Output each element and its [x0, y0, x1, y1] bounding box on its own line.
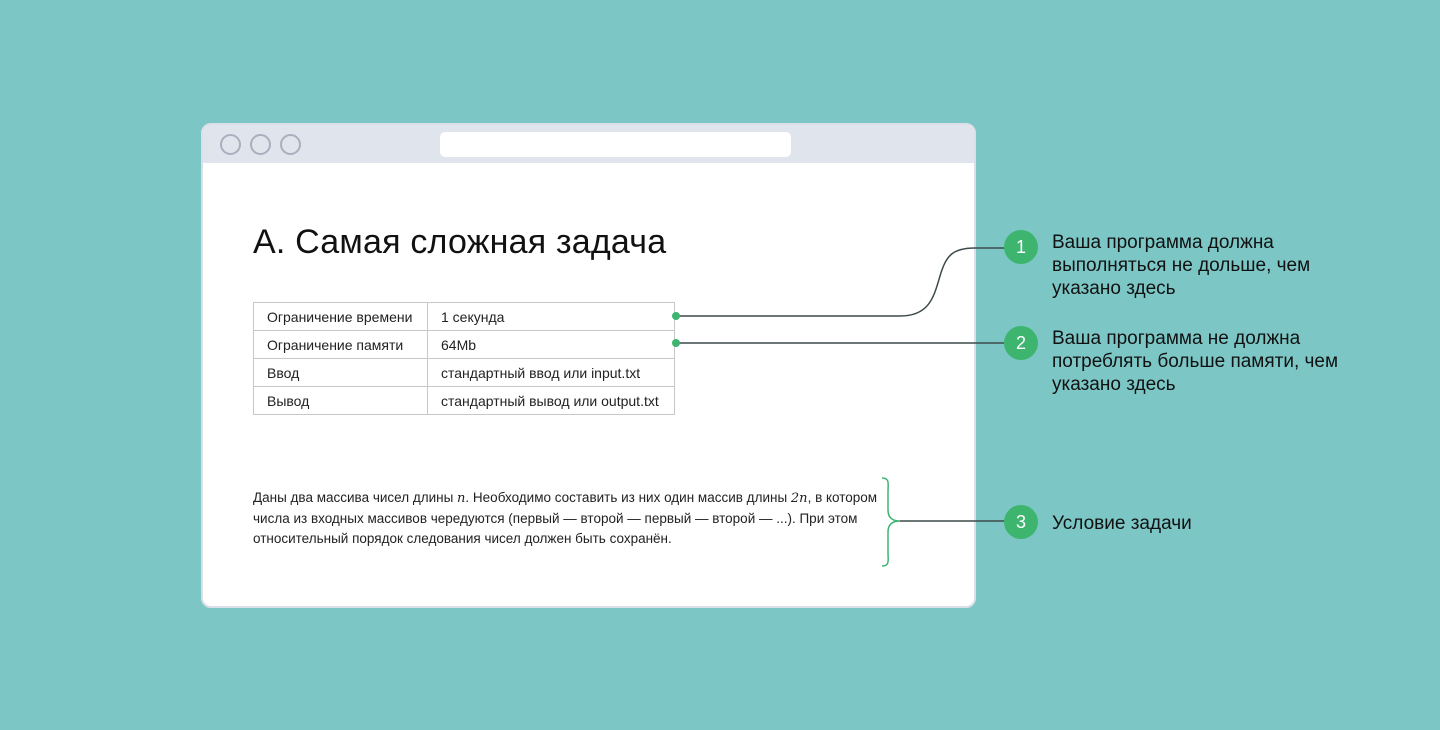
input-label: Ввод — [253, 358, 428, 387]
statement-text: Даны два массива чисел длины — [253, 490, 458, 505]
table-row: Ограничение времени 1 секунда — [253, 302, 675, 331]
memory-limit-value: 64Mb — [427, 330, 675, 359]
window-control-minimize[interactable] — [250, 134, 271, 155]
table-row: Ограничение памяти 64Mb — [253, 330, 675, 359]
time-limit-label: Ограничение времени — [253, 302, 428, 331]
annotation-text-2: Ваша программа не должна потреблять боль… — [1052, 328, 1339, 395]
table-row: Вывод стандартный вывод или output.txt — [253, 386, 675, 415]
table-row: Ввод стандартный ввод или input.txt — [253, 358, 675, 387]
time-limit-value: 1 секунда — [427, 302, 675, 331]
annotation-badge-1: 1 — [1004, 230, 1038, 264]
window-control-maximize[interactable] — [280, 134, 301, 155]
statement-text: . Необходимо составить из них один масси… — [465, 490, 791, 505]
browser-window: A. Самая сложная задача Ограничение врем… — [201, 123, 976, 608]
browser-titlebar — [203, 125, 974, 163]
problem-statement: Даны два массива чисел длины n. Необходи… — [253, 488, 883, 549]
input-value: стандартный ввод или input.txt — [427, 358, 675, 387]
annotation-text-1: Ваша программа должна выполняться не дол… — [1052, 232, 1311, 299]
output-value: стандартный вывод или output.txt — [427, 386, 675, 415]
math-var-2n: 2n — [790, 491, 808, 506]
address-bar[interactable] — [440, 132, 791, 157]
memory-limit-label: Ограничение памяти — [253, 330, 428, 359]
annotation-badge-3: 3 — [1004, 505, 1038, 539]
annotation-badge-2: 2 — [1004, 326, 1038, 360]
problem-title: A. Самая сложная задача — [253, 223, 667, 261]
output-label: Вывод — [253, 386, 428, 415]
annotation-text-3: Условие задачи — [1052, 513, 1192, 534]
window-control-close[interactable] — [220, 134, 241, 155]
limits-table: Ограничение времени 1 секунда Ограничени… — [253, 302, 675, 415]
